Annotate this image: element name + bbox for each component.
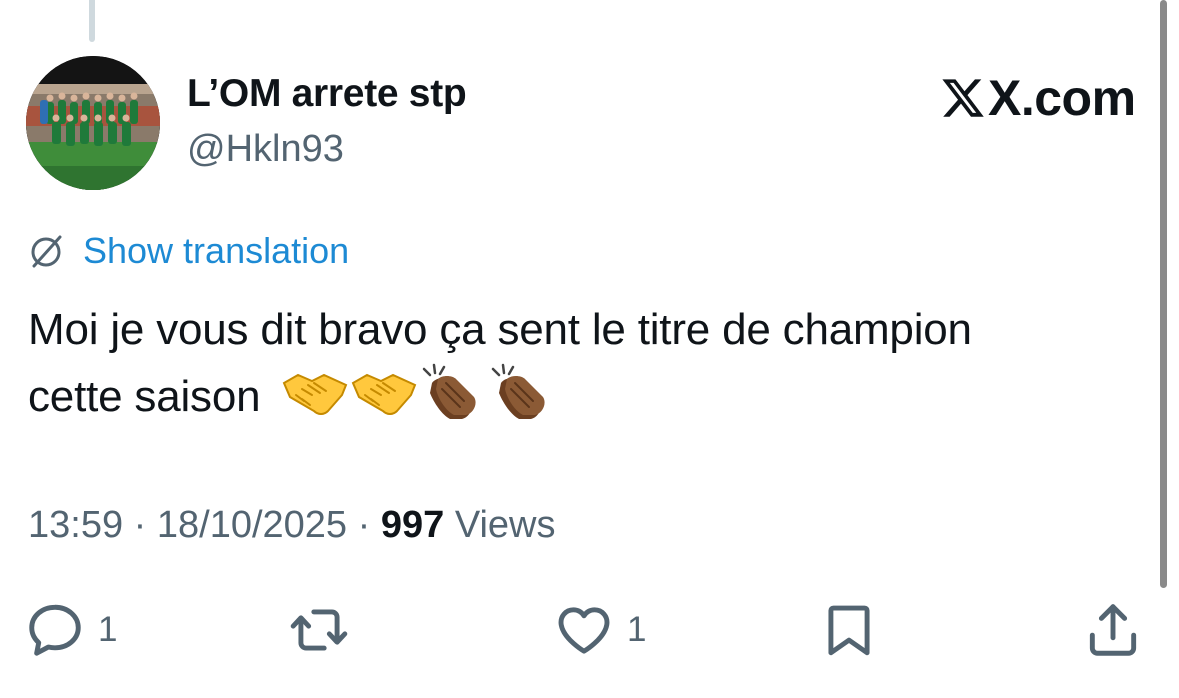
- tweet-time[interactable]: 13:59: [28, 504, 123, 546]
- reply-count: 1: [98, 610, 118, 649]
- scrollbar[interactable]: [1160, 0, 1167, 588]
- emoji-group: [282, 363, 558, 421]
- clapping-hands-emoji-icon: [423, 363, 477, 419]
- handshake-emoji-icon: [352, 373, 417, 415]
- show-translation-label[interactable]: Show translation: [83, 230, 349, 272]
- avatar[interactable]: [26, 56, 160, 190]
- display-name[interactable]: L’OM arrete stp: [187, 72, 467, 116]
- tweet-text-line-1: Moi je vous dit bravo ça sent le titre d…: [28, 305, 972, 354]
- speech-bubble-icon: [29, 604, 81, 656]
- retweet-arrows-icon: [290, 609, 348, 651]
- x-brand-logo: X.com: [940, 68, 1136, 128]
- like-count: 1: [627, 610, 647, 649]
- share-upload-icon: [1089, 604, 1137, 656]
- views-count: 997: [380, 504, 445, 546]
- globe-slash-icon: [31, 235, 62, 268]
- show-translation-link[interactable]: Show translation: [26, 228, 349, 274]
- share-button[interactable]: [1082, 598, 1144, 662]
- tweet-text-line-2: cette saison: [28, 372, 261, 421]
- reply-button[interactable]: 1: [24, 598, 117, 662]
- handshake-emoji-icon: [283, 373, 348, 415]
- avatar-team-photo: [26, 56, 160, 190]
- meta-separator: ·: [133, 504, 147, 546]
- clapping-hands-emoji-icon: [492, 363, 546, 419]
- user-handle[interactable]: @Hkln93: [187, 128, 344, 171]
- tweet-date[interactable]: 18/10/2025: [157, 504, 347, 546]
- bookmark-icon: [828, 605, 870, 656]
- tweet-text-line-2-wrap: cette saison: [28, 363, 1148, 430]
- tweet-text: Moi je vous dit bravo ça sent le titre d…: [28, 296, 1148, 430]
- heart-outline-icon: [558, 607, 610, 654]
- brand-domain-text: X.com: [988, 70, 1136, 126]
- tweet-meta: 13:59 · 18/10/2025 · 997 Views: [28, 504, 556, 547]
- action-bar: 1 1: [0, 598, 1179, 662]
- bookmark-button[interactable]: [818, 598, 880, 662]
- thread-connector-line: [89, 0, 95, 42]
- meta-separator: ·: [357, 504, 371, 546]
- views-label: Views: [454, 504, 556, 546]
- retweet-button[interactable]: [288, 598, 362, 662]
- x-logo-icon: [942, 79, 984, 117]
- like-button[interactable]: 1: [553, 598, 646, 662]
